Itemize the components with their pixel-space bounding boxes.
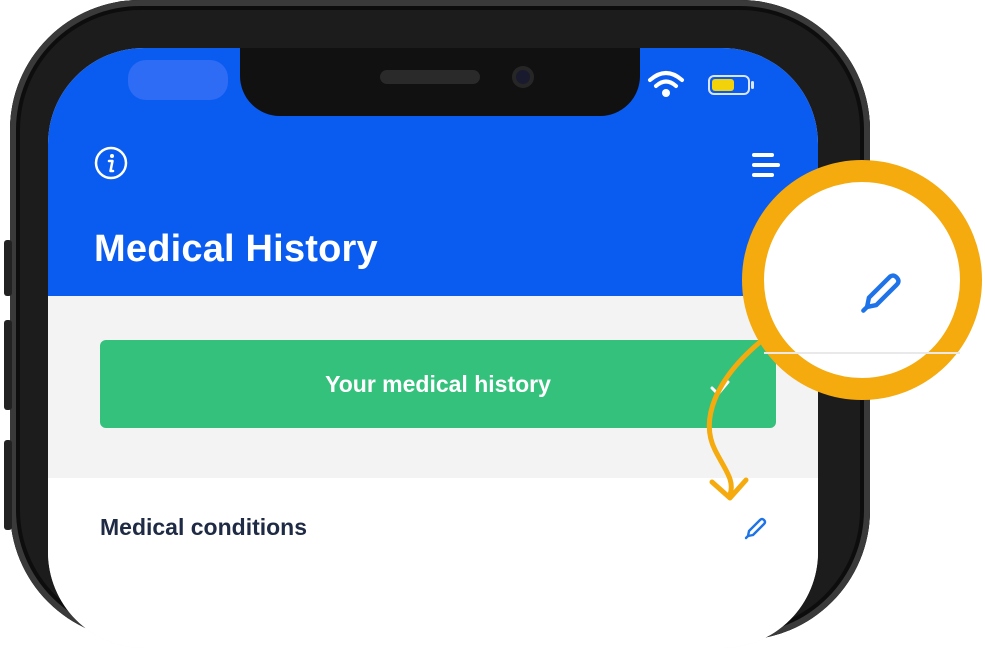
list-item-medical-conditions: Medical conditions (100, 514, 308, 540)
pencil-icon-zoomed (861, 273, 901, 313)
front-camera (512, 66, 534, 88)
side-button (4, 240, 12, 296)
status-bar-left (128, 60, 228, 100)
speaker-grill (380, 70, 480, 84)
zoom-highlight-circle (742, 160, 982, 400)
page-title: Medical History (94, 228, 378, 270)
side-button (4, 320, 12, 410)
battery-icon (708, 75, 754, 95)
side-button (4, 440, 12, 530)
your-medical-history-button[interactable]: Your medical history (100, 340, 776, 428)
app-header: Medical History (48, 48, 818, 296)
divider (764, 352, 960, 354)
notch (240, 48, 640, 116)
info-icon[interactable] (94, 146, 128, 180)
pencil-icon[interactable] (742, 516, 768, 542)
wifi-icon (648, 71, 684, 97)
menu-icon[interactable] (748, 150, 784, 180)
